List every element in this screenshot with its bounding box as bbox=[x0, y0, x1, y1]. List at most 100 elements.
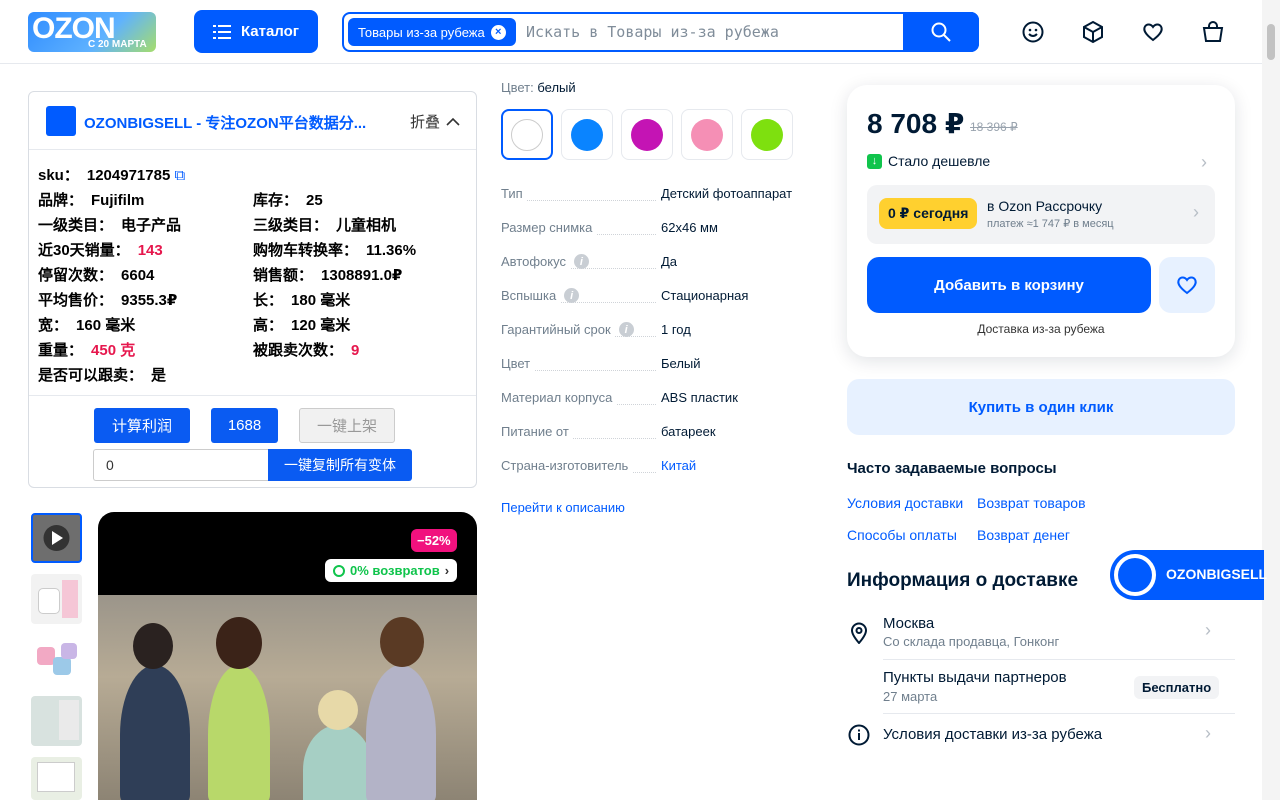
gallery-thumb-video[interactable] bbox=[31, 513, 82, 563]
color-swatch-blue[interactable] bbox=[561, 109, 613, 160]
search-scope-chip[interactable]: Товары из-за рубежа × bbox=[348, 18, 516, 46]
color-value: белый bbox=[537, 80, 576, 95]
abroad-conditions-row[interactable]: Условия доставки из-за рубежа › bbox=[847, 723, 1235, 747]
variant-count-input[interactable]: 0 bbox=[93, 449, 269, 481]
info-icon[interactable]: i bbox=[573, 254, 589, 269]
product-video-frame bbox=[98, 595, 477, 800]
spec-row: Цвет Белый bbox=[501, 356, 701, 371]
color-swatch-white[interactable] bbox=[501, 109, 553, 160]
installment-subtitle: платеж ≈1 747 ₽ в месяц bbox=[987, 218, 1114, 230]
delivery-city: Москва bbox=[883, 615, 935, 632]
pickup-price-badge: Бесплатно bbox=[1134, 676, 1220, 699]
panel-divider bbox=[29, 395, 476, 396]
ozon-logo[interactable]: OZON С 20 МАРТА bbox=[28, 12, 156, 52]
price-dropped-row[interactable]: ↓ Стало дешевле bbox=[867, 153, 990, 169]
plugin-logo-icon bbox=[46, 106, 76, 136]
location-pin-icon bbox=[847, 621, 871, 645]
spec-row: Тип Детский фотоаппарат bbox=[501, 186, 793, 201]
logo-subtitle: С 20 МАРТА bbox=[88, 39, 147, 50]
chevron-right-icon: › bbox=[1201, 152, 1207, 172]
buy-one-click-button[interactable]: Купить в один клик bbox=[847, 379, 1235, 435]
1688-button[interactable]: 1688 bbox=[211, 408, 278, 443]
divider bbox=[883, 713, 1235, 714]
brand-field: 品牌： Fujifilm bbox=[38, 192, 145, 209]
panel-title: OZONBIGSELL - 专注OZON平台数据分... bbox=[84, 115, 367, 132]
gallery-thumb[interactable] bbox=[31, 574, 82, 624]
ozonbigsell-panel: OZONBIGSELL - 专注OZON平台数据分... 折叠 sku： 1204… bbox=[28, 91, 477, 488]
spec-row: Питание от батареек bbox=[501, 424, 716, 439]
avg-price-field: 平均售价： 9355.3₽ bbox=[38, 292, 178, 309]
delivery-city-row[interactable]: Москва Со склада продавца, Гонконг › bbox=[847, 614, 1235, 654]
add-to-cart-button[interactable]: Добавить в корзину bbox=[867, 257, 1151, 313]
spec-row: Вспышка i Стационарная bbox=[501, 288, 749, 303]
amount-field: 销售额： 1308891.0₽ bbox=[253, 267, 403, 284]
copy-all-variants-button[interactable]: 一键复制所有变体 bbox=[268, 449, 412, 481]
info-icon[interactable]: i bbox=[564, 288, 580, 303]
delivery-info-title: Информация о доставке bbox=[847, 570, 1079, 591]
color-swatch-green[interactable] bbox=[741, 109, 793, 160]
delivery-city-sub: Со склада продавца, Гонконг bbox=[883, 634, 1060, 649]
discount-badge: −52% bbox=[411, 529, 457, 552]
add-to-favorites-button[interactable] bbox=[1159, 257, 1215, 313]
sales30-field: 近30天销量： 143 bbox=[38, 242, 163, 259]
one-click-list-button: 一键上架 bbox=[299, 408, 395, 443]
stock-field: 库存： 25 bbox=[253, 192, 323, 209]
gallery-thumb[interactable] bbox=[31, 635, 82, 685]
search-input[interactable]: Искать в Товары из-за рубежа bbox=[526, 23, 779, 41]
catalog-button[interactable]: Каталог bbox=[194, 10, 318, 53]
swatch-dot bbox=[751, 118, 783, 151]
search-button[interactable] bbox=[903, 12, 979, 52]
chevron-up-icon bbox=[446, 117, 460, 126]
can-follow-field: 是否可以跟卖：是 bbox=[38, 367, 167, 384]
fold-label: 折叠 bbox=[409, 114, 440, 131]
color-swatch-purple[interactable] bbox=[621, 109, 673, 160]
copy-icon[interactable]: ⧉ bbox=[174, 167, 185, 184]
faq-link-payment[interactable]: Способы оплаты bbox=[847, 527, 957, 543]
spec-row: Размер снимка 62x46 мм bbox=[501, 220, 718, 235]
search-icon bbox=[931, 22, 951, 42]
faq-title: Часто задаваемые вопросы bbox=[847, 460, 1057, 477]
category3-field: 三级类目： 儿童相机 bbox=[253, 217, 397, 234]
abroad-conditions-label: Условия доставки из-за рубежа bbox=[883, 726, 1103, 743]
menu-icon bbox=[212, 24, 231, 39]
calc-profit-button[interactable]: 计算利润 bbox=[94, 408, 190, 443]
fold-toggle[interactable]: 折叠 bbox=[410, 111, 460, 132]
goto-description-link[interactable]: Перейти к описанию bbox=[501, 500, 625, 515]
gallery-thumb[interactable] bbox=[31, 757, 82, 800]
color-label: Цвет: белый bbox=[501, 80, 576, 95]
ozonbigsell-floating-button[interactable]: OZONBIGSELL bbox=[1110, 550, 1268, 600]
follow-count-field: 被跟卖次数： 9 bbox=[253, 342, 360, 359]
returns-icon bbox=[333, 564, 345, 577]
old-price: 18 396 ₽ bbox=[970, 120, 1018, 134]
faq-link-delivery[interactable]: Условия доставки bbox=[847, 495, 963, 511]
swatch-dot bbox=[691, 118, 723, 151]
page-scrollbar[interactable] bbox=[1262, 0, 1280, 800]
gallery-thumb[interactable] bbox=[31, 696, 82, 746]
plugin-avatar-icon bbox=[1111, 551, 1159, 599]
catalog-label: Каталог bbox=[240, 23, 300, 40]
returns-label: 0% возвратов bbox=[350, 563, 440, 578]
favorites-heart-icon[interactable] bbox=[1139, 18, 1167, 46]
length-field: 长： 180 毫米 bbox=[253, 292, 351, 309]
smile-icon[interactable] bbox=[1019, 18, 1047, 46]
orders-box-icon[interactable] bbox=[1079, 18, 1107, 46]
info-icon[interactable]: i bbox=[618, 322, 634, 337]
color-swatch-pink[interactable] bbox=[681, 109, 733, 160]
floating-label: OZONBIGSELL bbox=[1166, 566, 1268, 582]
returns-badge[interactable]: 0% возвратов › bbox=[325, 559, 458, 582]
cart-bag-icon[interactable] bbox=[1199, 18, 1227, 46]
chevron-right-icon: › bbox=[1193, 202, 1199, 222]
main-product-image[interactable]: −52% 0% возвратов › bbox=[98, 512, 477, 800]
chevron-right-icon: › bbox=[444, 563, 450, 578]
pickup-title: Пункты выдачи партнеров bbox=[883, 669, 1067, 686]
scrollbar-thumb[interactable] bbox=[1267, 24, 1275, 60]
close-icon[interactable]: × bbox=[490, 24, 506, 40]
price-card: 8 708 ₽ 18 396 ₽ ↓ Стало дешевле › 0 ₽ с… bbox=[847, 85, 1235, 357]
delivery-note: Доставка из-за рубежа bbox=[977, 322, 1105, 336]
sku-field: sku： 1204971785 ⧉ bbox=[38, 167, 186, 184]
arrow-down-icon: ↓ bbox=[867, 153, 882, 169]
country-link[interactable]: Китай bbox=[661, 458, 696, 473]
installment-block[interactable]: 0 ₽ сегодня в Ozon Рассрочку платеж ≈1 7… bbox=[867, 185, 1215, 244]
faq-link-returns[interactable]: Возврат товаров bbox=[977, 495, 1086, 511]
faq-link-refund[interactable]: Возврат денег bbox=[977, 527, 1070, 543]
